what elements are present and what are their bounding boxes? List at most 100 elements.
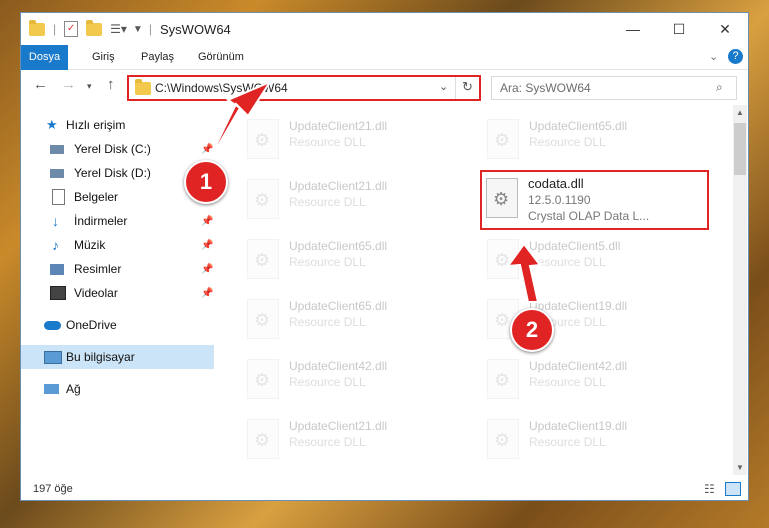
file-item[interactable]: UpdateClient5.dll Resource DLL [479,233,709,289]
new-folder-icon[interactable] [86,19,103,36]
file-name: UpdateClient65.dll [289,299,388,313]
sidebar-item-music[interactable]: ♪ Müzik 📌 [21,233,214,257]
dll-file-icon [247,179,279,219]
file-name: codata.dll [528,176,584,191]
item-count: 197 öğe [33,483,73,495]
pin-icon[interactable]: 📌 [201,288,213,299]
sidebar-item-drive-c[interactable]: Yerel Disk (C:) 📌 [21,137,214,161]
cloud-icon [44,320,61,330]
computer-icon [44,350,62,364]
file-list: UpdateClient21.dll Resource DLL UpdateCl… [239,105,732,475]
sidebar-item-videos[interactable]: Videolar 📌 [21,281,214,305]
recent-locations-icon[interactable]: ▾ [87,81,92,92]
explorer-window: | ✓ ☰▾ ▼ | SysWOW64 — ☐ ✕ Dosya Giriş Pa… [21,13,748,500]
image-icon [50,263,64,275]
search-input[interactable]: Ara: SysWOW64 ⌕ [491,76,737,100]
chevron-down-icon[interactable]: ▼ [133,24,143,35]
file-name: UpdateClient21.dll [289,179,388,193]
scrollbar-thumb[interactable] [734,123,746,175]
forward-arrow-icon[interactable]: → [61,76,76,93]
file-type: Resource DLL [529,135,606,149]
sidebar-item-network[interactable]: Ağ [21,377,214,401]
back-arrow-icon[interactable]: ← [33,76,48,93]
file-item[interactable]: UpdateClient65.dll Resource DLL [239,293,469,349]
tab-view[interactable]: Görünüm [198,45,244,69]
sidebar-item-pictures[interactable]: Resimler 📌 [21,257,214,281]
file-type: Resource DLL [529,255,606,269]
maximize-button[interactable]: ☐ [656,13,702,45]
sidebar-item-label: İndirmeler [74,214,128,228]
expand-ribbon-icon[interactable]: ⌄ [709,50,718,63]
sidebar-item-onedrive[interactable]: OneDrive [21,313,214,337]
scroll-up-icon[interactable]: ▲ [736,108,744,117]
sidebar-item-label: Videolar [74,286,118,300]
file-item[interactable]: UpdateClient21.dll Resource DLL [239,413,469,469]
file-item[interactable]: UpdateClient65.dll Resource DLL [479,113,709,169]
sidebar-item-label: Hızlı erişim [66,118,126,132]
file-description: Crystal OLAP Data L... [528,209,650,223]
close-button[interactable]: ✕ [702,13,748,45]
file-type: Resource DLL [289,375,366,389]
sidebar-item-label: OneDrive [66,318,117,332]
sidebar-item-label: Yerel Disk (D:) [74,166,151,180]
up-arrow-icon[interactable]: ↑ [107,76,115,93]
dll-file-icon [487,419,519,459]
file-name: UpdateClient65.dll [529,119,628,133]
dll-file-icon [247,299,279,339]
ribbon-tabs: Dosya Giriş Paylaş Görünüm ⌄ ? [21,45,748,101]
quick-access-toolbar: | ✓ ☰▾ ▼ | [29,19,152,39]
highlighted-file-codata[interactable]: ⚙ codata.dll 12.5.0.1190 Crystal OLAP Da… [480,170,709,230]
download-icon: ↓ [52,213,59,229]
file-item[interactable]: UpdateClient19.dll Resource DLL [479,413,709,469]
address-row: ← → ▾ ↑ C:\Windows\SysWOW64 ⌄ ↻ Ara: Sys… [21,70,748,103]
title-bar: | ✓ ☰▾ ▼ | SysWOW64 — ☐ ✕ [21,13,748,45]
tab-share[interactable]: Paylaş [141,45,174,69]
vertical-scrollbar[interactable]: ▲ ▼ [733,105,747,475]
search-placeholder: Ara: SysWOW64 [500,81,591,95]
music-icon: ♪ [52,237,59,253]
file-type: Resource DLL [289,135,366,149]
file-name: UpdateClient42.dll [289,359,388,373]
pin-icon[interactable]: 📌 [201,216,213,227]
address-bar[interactable]: C:\Windows\SysWOW64 ⌄ ↻ [127,75,481,101]
search-icon[interactable]: ⌕ [716,80,723,95]
file-name: UpdateClient19.dll [529,419,628,433]
minimize-button[interactable]: — [610,13,656,45]
folder-icon[interactable] [29,19,45,36]
file-name: UpdateClient5.dll [529,239,621,253]
file-item[interactable]: UpdateClient42.dll Resource DLL [239,353,469,409]
file-item[interactable]: UpdateClient65.dll Resource DLL [239,233,469,289]
file-item[interactable]: UpdateClient21.dll Resource DLL [239,173,469,229]
file-version: 12.5.0.1190 [528,193,591,207]
pin-icon[interactable]: 📌 [201,240,213,251]
address-path[interactable]: C:\Windows\SysWOW64 [155,81,288,95]
help-icon[interactable]: ? [728,49,743,64]
sidebar-item-quick-access[interactable]: ★ Hızlı erişim [21,113,214,137]
properties-icon[interactable]: ✓ [64,21,79,37]
sidebar-item-downloads[interactable]: ↓ İndirmeler 📌 [21,209,214,233]
dll-file-icon [487,239,519,279]
refresh-icon[interactable]: ↻ [462,79,473,95]
pin-icon[interactable]: 📌 [201,264,213,275]
tiles-view-icon[interactable] [725,482,741,496]
address-dropdown-icon[interactable]: ⌄ [439,80,448,93]
star-icon: ★ [46,117,58,132]
details-view-icon[interactable]: ☷ [704,482,715,496]
video-icon [50,286,66,300]
customize-icon[interactable]: ☰▾ [110,22,127,36]
file-name: UpdateClient21.dll [289,119,388,133]
scroll-down-icon[interactable]: ▼ [736,463,744,472]
sidebar-item-label: Belgeler [74,190,119,204]
sidebar-item-label: Resimler [74,262,122,276]
gear-icon: ⚙ [493,189,510,209]
sidebar-item-this-pc[interactable]: Bu bilgisayar [21,345,214,369]
window-title: SysWOW64 [160,22,231,37]
file-item[interactable]: UpdateClient42.dll Resource DLL [479,353,709,409]
tab-home[interactable]: Giriş [92,45,115,69]
pin-icon[interactable]: 📌 [201,144,213,155]
callout-2: 2 [510,308,554,352]
file-item[interactable]: UpdateClient21.dll Resource DLL [239,113,469,169]
file-name: UpdateClient21.dll [289,419,388,433]
navigation-pane: ★ Hızlı erişim Yerel Disk (C:) 📌 Yerel D… [21,105,214,475]
sidebar-item-label: Bu bilgisayar [66,350,135,364]
